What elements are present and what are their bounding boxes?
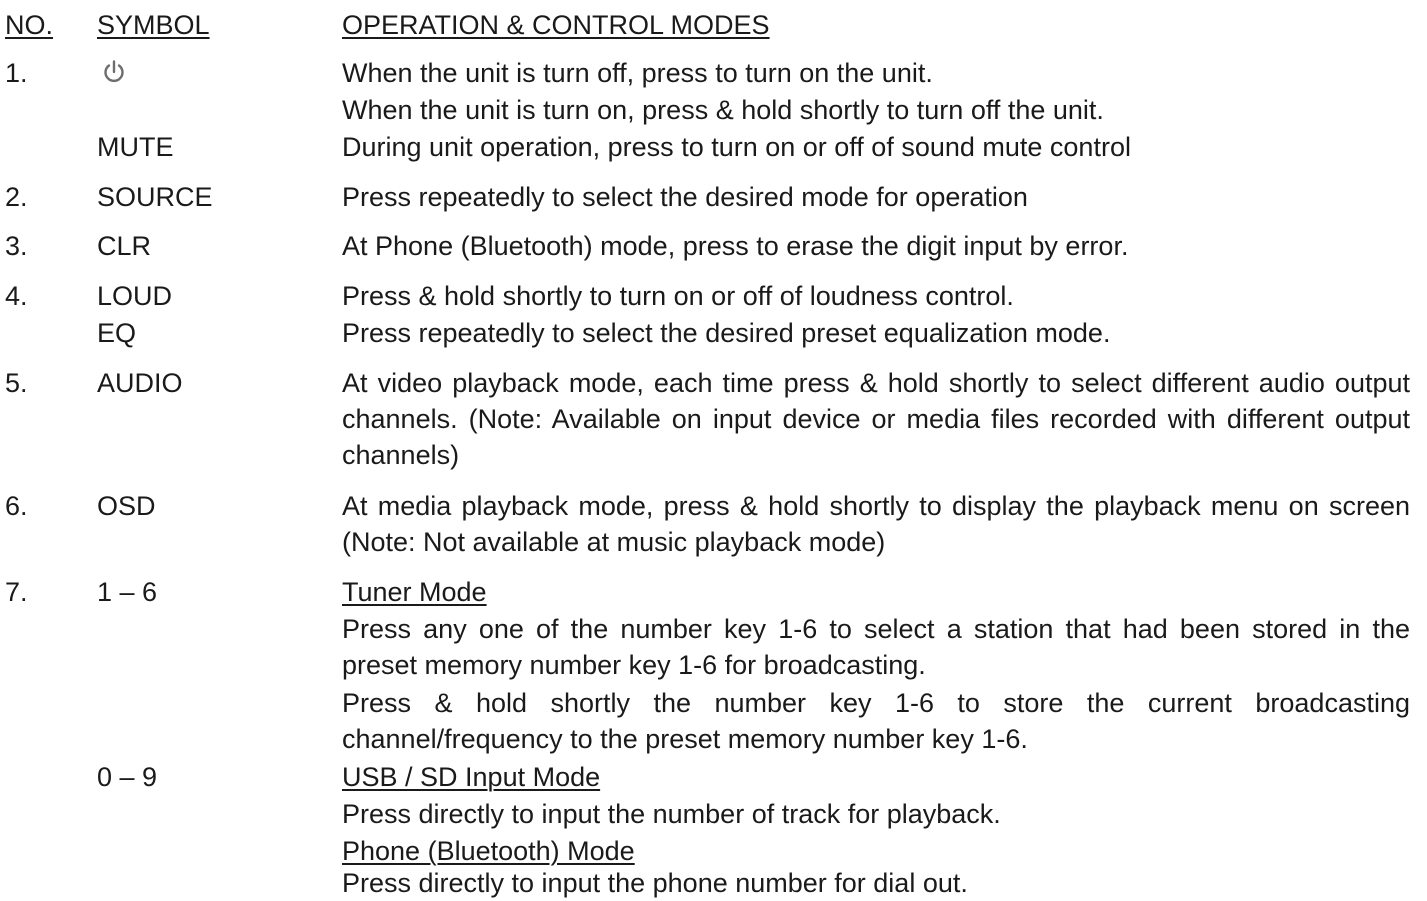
power-symbol xyxy=(97,55,127,91)
row-number: 4. xyxy=(5,281,28,311)
row-number: 6. xyxy=(5,491,28,521)
mode-heading-usb-sd: USB / SD Input Mode xyxy=(342,762,601,792)
row-description: At media playback mode, press & hold sho… xyxy=(342,491,1410,557)
row-symbol: EQ xyxy=(97,318,137,348)
row-number: 5. xyxy=(5,368,28,398)
row-symbol: CLR xyxy=(97,231,152,261)
row-symbol: AUDIO xyxy=(97,368,183,398)
header-no: NO. xyxy=(5,10,54,40)
manual-page: NO. SYMBOL OPERATION & CONTROL MODES 1. … xyxy=(0,0,1427,900)
header-symbol: SYMBOL xyxy=(97,10,210,40)
row-symbol: OSD xyxy=(97,491,156,521)
row-description: Press directly to input the phone number… xyxy=(342,868,968,898)
row-description: When the unit is turn off, press to turn… xyxy=(342,58,933,88)
row-symbol: MUTE xyxy=(97,132,174,162)
row-number: 7. xyxy=(5,577,28,607)
mode-heading-tuner: Tuner Mode xyxy=(342,577,487,607)
row-symbol: LOUD xyxy=(97,281,173,311)
header-operation: OPERATION & CONTROL MODES xyxy=(342,10,770,40)
row-description: At video playback mode, each time press … xyxy=(342,368,1410,470)
row-symbol: 1 – 6 xyxy=(97,577,158,607)
row-description: At Phone (Bluetooth) mode, press to eras… xyxy=(342,231,1129,261)
row-description: Press & hold shortly to turn on or off o… xyxy=(342,281,1014,311)
row-description: When the unit is turn on, press & hold s… xyxy=(342,95,1104,125)
row-number: 3. xyxy=(5,231,28,261)
row-symbol: SOURCE xyxy=(97,182,213,212)
row-description: Press repeatedly to select the desired m… xyxy=(342,182,1028,212)
row-description: Press repeatedly to select the desired p… xyxy=(342,318,1111,348)
row-description: Press directly to input the number of tr… xyxy=(342,799,1001,829)
row-description: Press any one of the number key 1-6 to s… xyxy=(342,614,1410,680)
power-icon xyxy=(104,60,124,82)
row-symbol: 0 – 9 xyxy=(97,762,158,792)
row-description: Press & hold shortly the number key 1-6 … xyxy=(342,688,1410,754)
row-number: 1. xyxy=(5,58,28,88)
row-description: During unit operation, press to turn on … xyxy=(342,132,1131,162)
row-number: 2. xyxy=(5,182,28,212)
mode-heading-phone: Phone (Bluetooth) Mode xyxy=(342,836,635,866)
